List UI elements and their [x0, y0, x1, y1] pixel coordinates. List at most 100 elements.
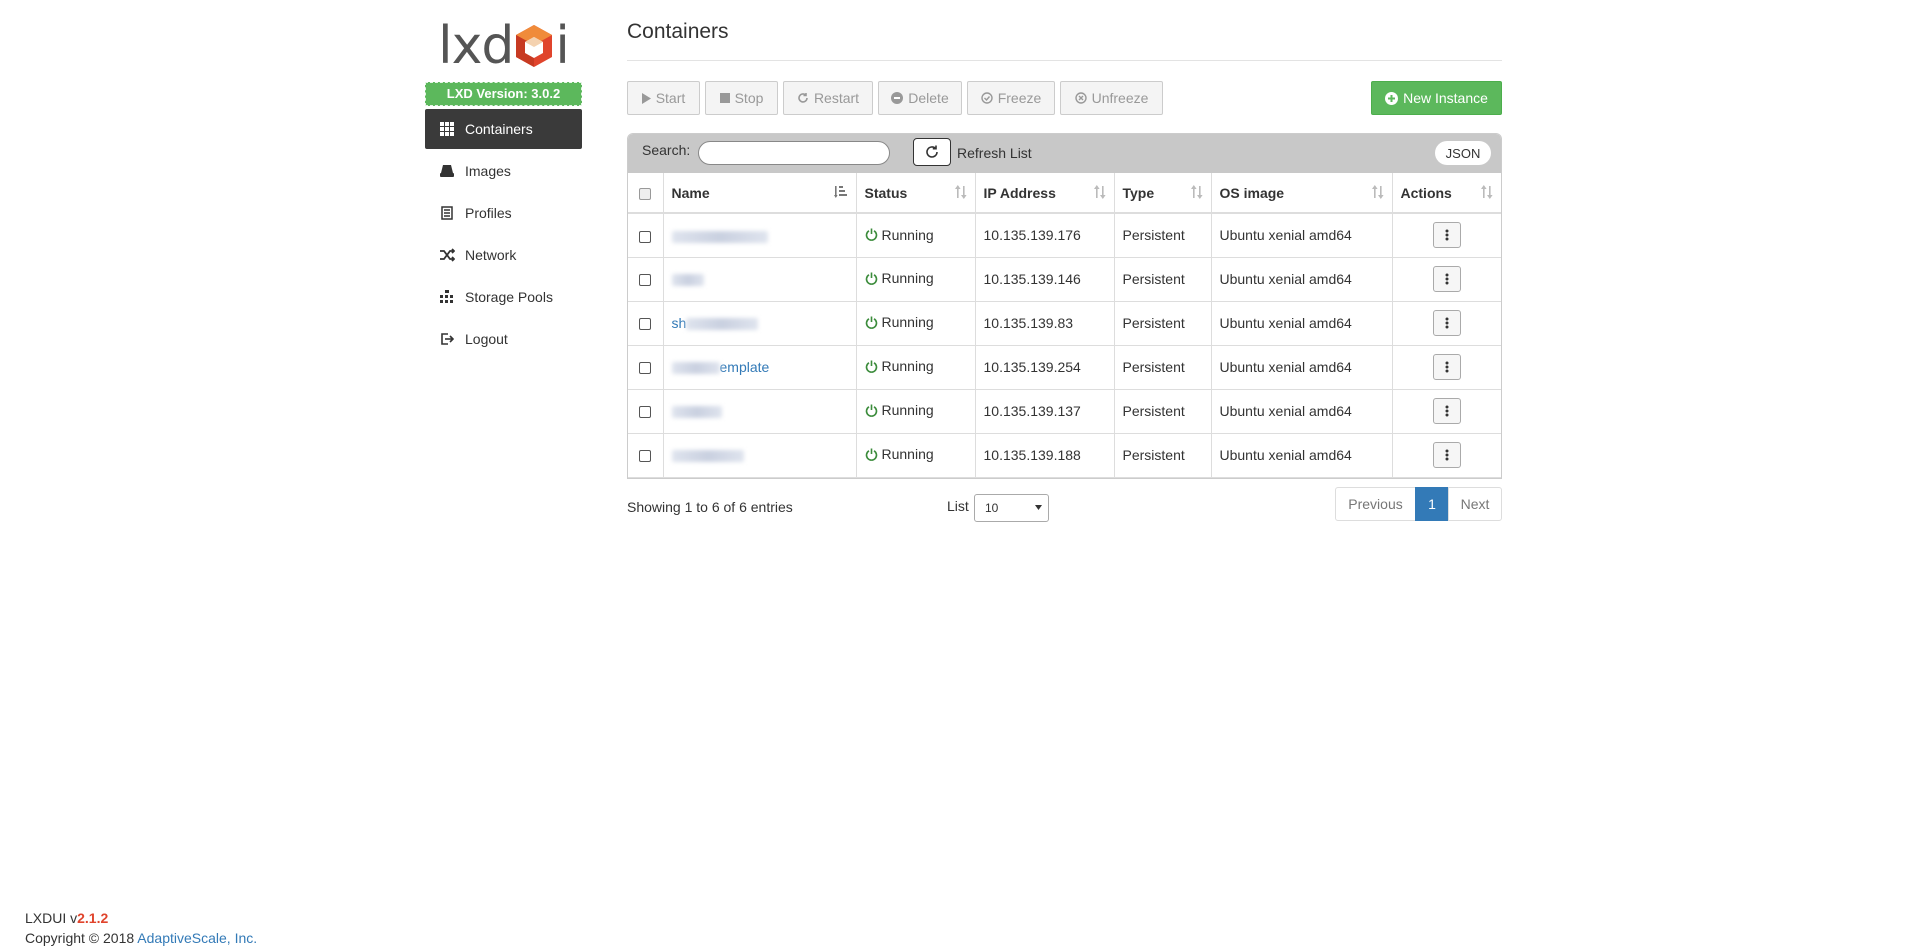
unfreeze-button[interactable]: Unfreeze — [1060, 81, 1163, 115]
copyright-line: Copyright © 2018 AdaptiveScale, Inc. — [25, 928, 257, 948]
sidebar-item-network[interactable]: Network — [425, 235, 582, 275]
row-checkbox[interactable] — [639, 450, 652, 463]
column-header-actions[interactable]: Actions — [1392, 173, 1501, 214]
row-actions-button[interactable] — [1432, 310, 1461, 336]
ip-cell: 10.135.139.254 — [975, 345, 1115, 390]
type-cell: Persistent — [1114, 389, 1212, 434]
row-actions-button[interactable] — [1432, 266, 1461, 292]
column-header-name[interactable]: Name — [663, 173, 857, 214]
row-checkbox[interactable] — [639, 274, 652, 287]
row-actions-button[interactable] — [1432, 222, 1461, 249]
page-1-button[interactable]: 1 — [1415, 486, 1449, 521]
sidebar-item-profiles[interactable]: Profiles — [425, 193, 582, 233]
select-all-checkbox[interactable] — [639, 187, 652, 200]
freeze-button[interactable]: Freeze — [967, 81, 1055, 115]
row-select-cell — [628, 301, 664, 346]
type-cell: Persistent — [1114, 301, 1212, 346]
type-cell: Persistent — [1114, 433, 1212, 478]
container-name-cell: sh — [663, 301, 857, 346]
redacted-name — [671, 406, 722, 419]
actions-cell — [1392, 257, 1501, 302]
grid-icon — [439, 121, 455, 137]
status-text: Running — [881, 358, 934, 375]
next-page-button[interactable]: Next — [1448, 486, 1502, 521]
type-cell: Persistent — [1114, 213, 1212, 258]
ip-cell: 10.135.139.83 — [975, 301, 1115, 346]
ellipsis-vertical-icon — [1445, 317, 1449, 329]
sidebar-item-storage-pools[interactable]: Storage Pools — [425, 277, 582, 317]
sort-both-icon — [1190, 185, 1203, 202]
page-footer: LXDUI v2.1.2 Copyright © 2018 AdaptiveSc… — [25, 908, 257, 948]
container-name: emplate — [719, 359, 770, 375]
row-checkbox[interactable] — [639, 362, 652, 375]
refresh-button[interactable] — [913, 138, 951, 166]
page-title: Containers — [627, 0, 1502, 61]
row-select-cell — [628, 345, 664, 390]
row-actions-button[interactable] — [1432, 442, 1461, 468]
containers-table-panel: Search: Refresh List JSON Name Status IP… — [627, 133, 1502, 479]
status-text: Running — [881, 226, 934, 243]
page-length-select[interactable]: 10 — [974, 493, 1049, 522]
refresh-icon — [926, 145, 938, 158]
times-circle-icon — [1074, 92, 1087, 104]
sidebar-item-images[interactable]: Images — [425, 151, 582, 191]
start-button[interactable]: Start — [627, 81, 700, 115]
os-cell: Ubuntu xenial amd64 — [1211, 433, 1393, 478]
lxdui-logo[interactable]: lxd i — [425, 18, 582, 74]
type-cell: Persistent — [1114, 345, 1212, 390]
container-name-link[interactable]: sh — [672, 315, 759, 331]
column-header-os[interactable]: OS image — [1211, 173, 1393, 214]
row-checkbox[interactable] — [639, 318, 652, 331]
table-row: Running 10.135.139.188 Persistent Ubuntu… — [628, 433, 1501, 478]
company-link[interactable]: AdaptiveScale, Inc. — [137, 930, 257, 946]
column-header-type[interactable]: Type — [1114, 173, 1212, 214]
list-length-label: List — [947, 497, 969, 514]
column-header-label: IP Address — [983, 184, 1056, 201]
stop-icon — [719, 93, 730, 103]
table-row: Running 10.135.139.137 Persistent Ubuntu… — [628, 389, 1501, 434]
row-checkbox[interactable] — [639, 406, 652, 419]
column-header-label: Name — [671, 184, 710, 201]
column-header-status[interactable]: Status — [856, 173, 976, 214]
previous-page-button[interactable]: Previous — [1335, 486, 1416, 521]
sidebar-item-label: Storage Pools — [465, 289, 553, 305]
main-content: Containers Start Stop Restart Delete Fre… — [627, 0, 1502, 523]
row-select-cell — [628, 257, 664, 302]
ellipsis-vertical-icon — [1445, 273, 1449, 285]
row-checkbox[interactable] — [639, 230, 652, 243]
type-cell: Persistent — [1114, 257, 1212, 302]
sidebar-item-logout[interactable]: Logout — [425, 319, 582, 359]
sidebar-item-containers[interactable]: Containers — [425, 109, 582, 149]
column-header-label: OS image — [1219, 184, 1285, 201]
container-name-link[interactable] — [671, 227, 768, 243]
new-instance-label: New Instance — [1403, 90, 1488, 106]
row-select-cell — [628, 213, 664, 258]
pagination: Previous 1 Next — [1335, 486, 1502, 521]
sidebar-item-label: Profiles — [465, 205, 512, 221]
refresh-list-label: Refresh List — [957, 145, 1032, 161]
container-name-link[interactable] — [671, 447, 744, 463]
container-name-link[interactable]: emplate — [671, 359, 770, 375]
logo-text-left: lxd — [438, 16, 514, 76]
table-row: emplate Running 10.135.139.254 Persisten… — [628, 345, 1501, 390]
app-version: 2.1.2 — [77, 910, 109, 926]
power-icon — [865, 316, 877, 329]
json-button[interactable]: JSON — [1435, 141, 1491, 165]
new-instance-button[interactable]: New Instance — [1371, 81, 1502, 115]
column-header-ip[interactable]: IP Address — [975, 173, 1115, 214]
power-icon — [865, 404, 877, 417]
row-actions-button[interactable] — [1432, 354, 1461, 380]
delete-button[interactable]: Delete — [878, 81, 962, 115]
container-name-cell: emplate — [663, 345, 857, 390]
status-text: Running — [881, 402, 934, 419]
os-cell: Ubuntu xenial amd64 — [1211, 345, 1393, 390]
search-input[interactable] — [698, 141, 890, 165]
page-length-value: 10 — [985, 500, 999, 515]
row-actions-button[interactable] — [1432, 398, 1461, 424]
container-name-link[interactable] — [671, 271, 704, 287]
actions-cell — [1392, 345, 1501, 390]
stop-button[interactable]: Stop — [705, 81, 778, 115]
restart-button[interactable]: Restart — [783, 81, 873, 115]
app-name: LXDUI v — [25, 910, 78, 926]
container-name-link[interactable] — [671, 403, 722, 419]
